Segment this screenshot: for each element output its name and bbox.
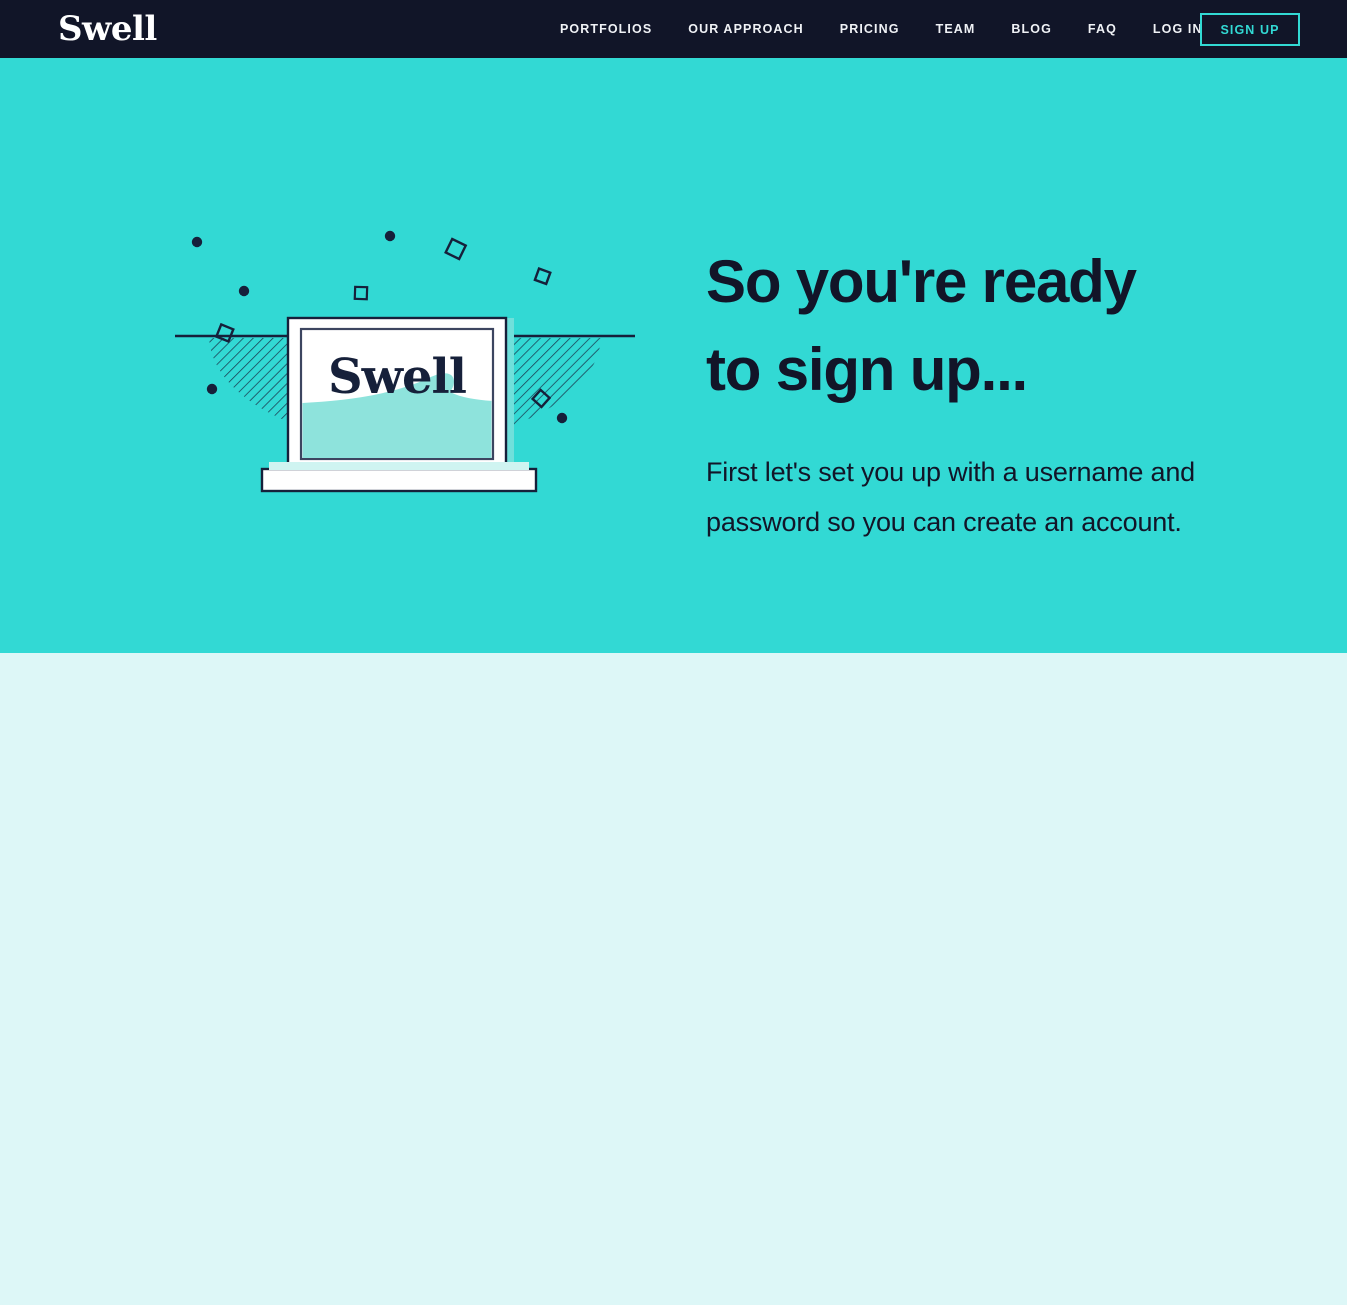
sign-up-button[interactable]: SIGN UP: [1200, 13, 1300, 46]
nav-link-log-in[interactable]: LOG IN: [1153, 22, 1203, 36]
hero-title-line-2: to sign up...: [706, 336, 1028, 404]
decor-dot: [556, 412, 568, 424]
svg-text:Swell: Swell: [328, 349, 467, 405]
decor-dot: [238, 285, 250, 297]
laptop-illustration: Swell: [170, 203, 640, 543]
decor-square: [533, 267, 552, 286]
swell-logo[interactable]: Swell: [58, 6, 157, 52]
nav-link-our-approach[interactable]: OUR APPROACH: [688, 22, 804, 36]
decor-dot: [384, 230, 396, 242]
top-navigation-bar: Swell PORTFOLIOS OUR APPROACH PRICING TE…: [0, 0, 1347, 58]
hero-subtitle: First let's set you up with a username a…: [706, 457, 1195, 537]
decor-dot: [191, 236, 203, 248]
hero-copy: So you're ready to sign up... First let'…: [706, 238, 1226, 547]
decor-square: [353, 285, 369, 301]
nav-link-team[interactable]: TEAM: [936, 22, 976, 36]
nav-link-blog[interactable]: BLOG: [1011, 22, 1052, 36]
hero-section: Swell So you're ready to sign up... Firs…: [0, 58, 1347, 653]
decor-square: [444, 237, 468, 261]
nav-link-faq[interactable]: FAQ: [1088, 22, 1117, 36]
decor-dot: [206, 383, 218, 395]
hero-title-line-1: So you're ready: [706, 248, 1137, 315]
page-title: So you're ready to sign up...: [706, 238, 1226, 414]
nav-link-pricing[interactable]: PRICING: [840, 22, 900, 36]
nav-link-portfolios[interactable]: PORTFOLIOS: [560, 22, 652, 36]
nav-link-list: PORTFOLIOS OUR APPROACH PRICING TEAM BLO…: [560, 0, 1203, 58]
signup-form-section: 1 2 3 4 USERNAME & PASSWORD ACCOUNT SETU…: [0, 653, 1347, 1305]
